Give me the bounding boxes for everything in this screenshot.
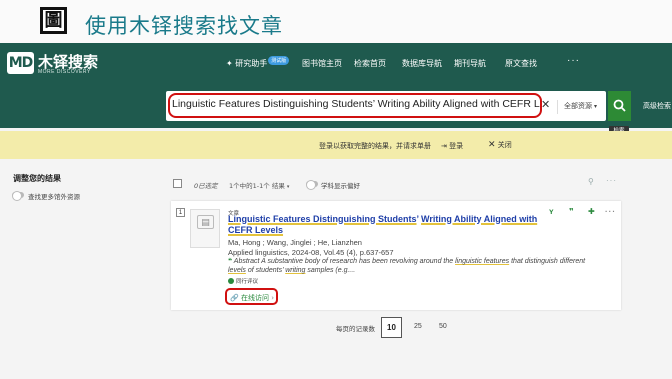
close-icon: ✕	[488, 140, 496, 150]
more-options-icon[interactable]: ···	[605, 207, 616, 216]
nav-research-assistant[interactable]: ✦ 研究助手 测试版	[226, 56, 290, 69]
abstract-highlight: levels	[228, 267, 246, 274]
result-abstract: ❝ Abstract A substantive body of researc…	[228, 257, 600, 275]
search-icon	[613, 99, 626, 112]
annotation-highlight-search	[168, 93, 542, 118]
result-thumbnail[interactable]: ▤	[190, 209, 220, 248]
per-page-option-50[interactable]: 50	[439, 323, 447, 330]
discipline-toggle[interactable]	[306, 180, 318, 190]
search-button[interactable]	[608, 91, 631, 121]
nav-database-guide[interactable]: 数据库导航	[402, 58, 442, 69]
abstract-highlight: writing	[285, 267, 306, 274]
result-citation: Applied linguistics, 2024-08, Vol.45 (4)…	[228, 248, 394, 257]
abstract-text: of students’	[245, 267, 286, 274]
abstract-highlight: linguistic features	[455, 258, 510, 265]
cite-icon[interactable]: ʏ	[549, 207, 554, 216]
chevron-down-icon: ▾	[286, 184, 290, 190]
more-actions-icon[interactable]: ···	[606, 176, 617, 185]
result-authors: Ma, Hong ; Wang, Jinglei ; He, Lianzhen	[228, 238, 362, 247]
search-scope-select[interactable]: 全部资源 ▾	[557, 100, 607, 114]
result-number[interactable]: 1	[176, 208, 185, 217]
login-link-label: 登录	[449, 142, 464, 150]
expand-results-toggle[interactable]	[12, 191, 24, 201]
more-menu-icon[interactable]: ···	[567, 55, 580, 66]
quote-icon: ❝	[228, 258, 233, 265]
sparkle-icon: ✦	[226, 59, 233, 68]
login-link[interactable]: ⇥ 登录	[441, 141, 463, 151]
result-title[interactable]: Linguistic Features Distinguishing Stude…	[228, 214, 548, 236]
annotation-highlight-online-access	[225, 288, 278, 305]
login-icon: ⇥	[441, 142, 447, 150]
expand-results-label: 查找更多馆外资源	[28, 193, 80, 201]
results-count[interactable]: 1个中的1-1个 结果 ▾	[229, 180, 289, 190]
chevron-down-icon: ▾	[593, 104, 597, 110]
slide-title: 使用木铎搜索找文章	[85, 14, 283, 38]
nav-fulltext-finder[interactable]: 原文查找	[505, 58, 537, 69]
peer-review-icon	[228, 278, 234, 284]
login-banner-message: 登录以获取完整的结果，并请求单册	[319, 142, 431, 150]
peer-review-badge: 同行评议	[228, 277, 258, 285]
results-count-label: 1个中的1-1个 结果	[229, 182, 285, 190]
nav-search-home[interactable]: 检索首页	[354, 58, 386, 69]
clear-search-icon[interactable]: ✕	[541, 98, 550, 111]
pin-action-icon[interactable]: ✚	[588, 207, 595, 216]
brand-tagline: MORE DISCOVERY	[38, 69, 91, 75]
abstract-text: Abstract A substantive body of research …	[233, 258, 456, 265]
peer-review-label: 同行评议	[236, 279, 259, 285]
advanced-search-link[interactable]: 高级检索	[643, 101, 671, 111]
select-all-checkbox[interactable]	[173, 179, 182, 188]
per-page-option-25[interactable]: 25	[414, 323, 422, 330]
per-page-label: 每页的记录数	[336, 325, 375, 333]
title-part: Linguistic Features Distinguishing Stude…	[228, 214, 417, 224]
selected-count: 0已选定	[194, 182, 218, 190]
slide-logo: 圖	[40, 7, 67, 34]
close-banner-label: 关闭	[497, 141, 512, 149]
per-page-option-10[interactable]: 10	[381, 317, 402, 338]
title-part: CEFR Levels	[228, 225, 284, 235]
nav-research-assistant-label: 研究助手	[235, 59, 268, 68]
title-part: Writing Ability Aligned with	[421, 214, 538, 224]
pin-icon[interactable]: ⚲	[588, 177, 594, 186]
document-icon: ▤	[197, 215, 214, 229]
nav-library-home[interactable]: 图书馆主页	[302, 58, 342, 69]
discipline-label: 学科显示偏好	[321, 182, 360, 190]
brand-logo[interactable]: MD	[7, 52, 34, 74]
abstract-text: samples (e.g....	[305, 267, 356, 274]
close-banner-button[interactable]: ✕ 关闭	[488, 140, 512, 150]
beta-badge: 测试版	[268, 56, 290, 65]
refine-title: 调整您的结果	[13, 174, 61, 183]
search-scope-value: 全部资源	[564, 103, 592, 110]
quote-action-icon[interactable]: ❞	[569, 207, 574, 216]
nav-journal-guide[interactable]: 期刊导航	[454, 58, 486, 69]
abstract-text: that distinguish different	[509, 258, 586, 265]
